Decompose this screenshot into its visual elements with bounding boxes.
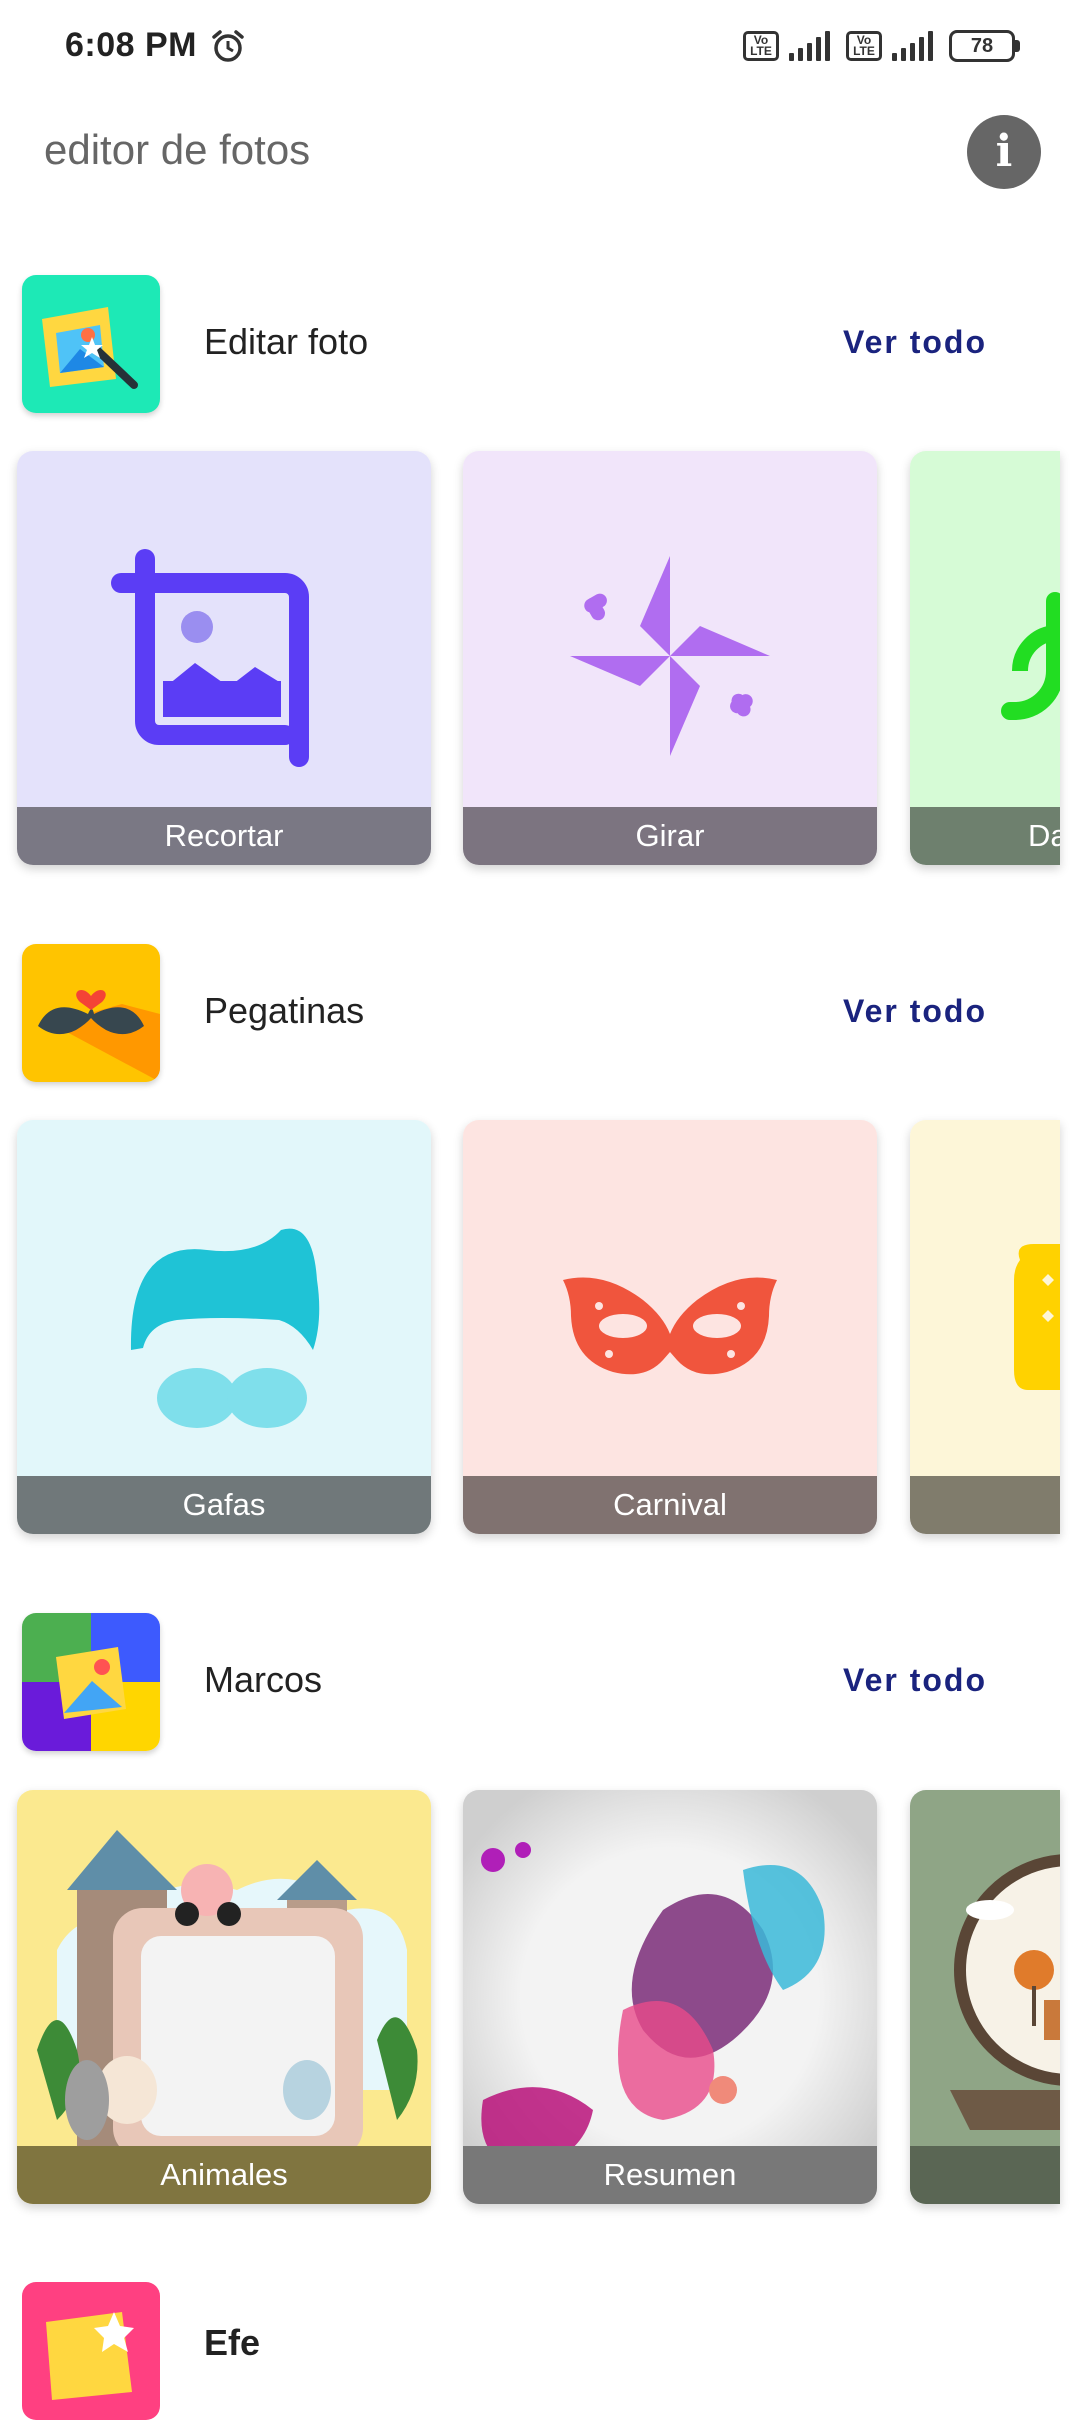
- crop-card-label: Recortar: [17, 807, 431, 865]
- abstract-card[interactable]: Resumen: [463, 1790, 877, 2204]
- signal-icon: [789, 31, 830, 61]
- stickers-section-icon: [22, 944, 160, 1082]
- info-button[interactable]: i: [967, 115, 1041, 189]
- hair-glasses-icon: [130, 1228, 320, 1428]
- battery-icon: 78: [949, 30, 1020, 62]
- view-all-frames-link[interactable]: Ver todo: [843, 1662, 987, 1699]
- rotate-card[interactable]: Girar: [463, 451, 877, 865]
- third-sticker-card[interactable]: [910, 1120, 1060, 1534]
- status-time: 6:08 PM: [65, 26, 197, 64]
- rotate-card-label: Girar: [463, 807, 877, 865]
- volte-badge: Vo LTE: [846, 31, 882, 61]
- crop-icon: [111, 549, 309, 767]
- animals-frame-image: [37, 1830, 418, 2190]
- third-frame-card-art: [910, 1790, 1060, 2204]
- sticker-shape-icon: [1014, 1244, 1060, 1390]
- section-title-edit-photo: Editar foto: [204, 321, 369, 362]
- glasses-card-art: [17, 1120, 431, 1476]
- status-indicators: Vo LTE Vo LTE 78: [743, 30, 1020, 62]
- abstract-card-art: [463, 1790, 877, 2204]
- third-frame-card-label: [910, 2146, 1060, 2204]
- section-title-effects: Efe: [204, 2322, 261, 2363]
- view-all-edit-photo-link[interactable]: Ver todo: [843, 324, 987, 361]
- third-edit-card[interactable]: Da: [910, 451, 1060, 865]
- section-title-stickers: Pegatinas: [204, 990, 365, 1031]
- pinwheel-icon: [570, 556, 770, 756]
- info-icon: i: [995, 126, 1013, 177]
- volte-badge: Vo LTE: [743, 31, 779, 61]
- brush-icon: [1001, 592, 1060, 720]
- edit-photo-section-icon: [22, 275, 160, 413]
- carnival-card[interactable]: Carnival: [463, 1120, 877, 1534]
- animals-card-art: [17, 1790, 431, 2204]
- effects-section-icon: [22, 2282, 160, 2420]
- signal-icon: [892, 31, 933, 61]
- carnival-card-label: Carnival: [463, 1476, 877, 1534]
- page-title: editor de fotos: [44, 126, 311, 173]
- animals-card-label: Animales: [17, 2146, 431, 2204]
- third-sticker-card-label: [910, 1476, 1060, 1534]
- third-frame-card[interactable]: [910, 1790, 1060, 2204]
- view-all-stickers-link[interactable]: Ver todo: [843, 993, 987, 1030]
- carnival-card-art: [463, 1120, 877, 1476]
- section-title-frames: Marcos: [204, 1659, 323, 1700]
- third-edit-card-label: Da: [910, 807, 1060, 865]
- crop-card[interactable]: Recortar: [17, 451, 431, 865]
- alarm-clock-icon: [210, 28, 246, 69]
- frames-section-icon: [22, 1613, 160, 1751]
- battery-level: 78: [949, 30, 1015, 62]
- rotate-card-art: [463, 451, 877, 807]
- third-edit-card-art: [910, 451, 1060, 807]
- carnival-mask-icon: [563, 1277, 777, 1375]
- glasses-card[interactable]: Gafas: [17, 1120, 431, 1534]
- crop-card-art: [17, 451, 431, 807]
- round-frame-image: [950, 1854, 1060, 2130]
- abstract-card-label: Resumen: [463, 2146, 877, 2204]
- paint-splash-image: [463, 1790, 877, 2204]
- third-sticker-card-art: [910, 1120, 1060, 1476]
- glasses-card-label: Gafas: [17, 1476, 431, 1534]
- animals-card[interactable]: Animales: [17, 1790, 431, 2204]
